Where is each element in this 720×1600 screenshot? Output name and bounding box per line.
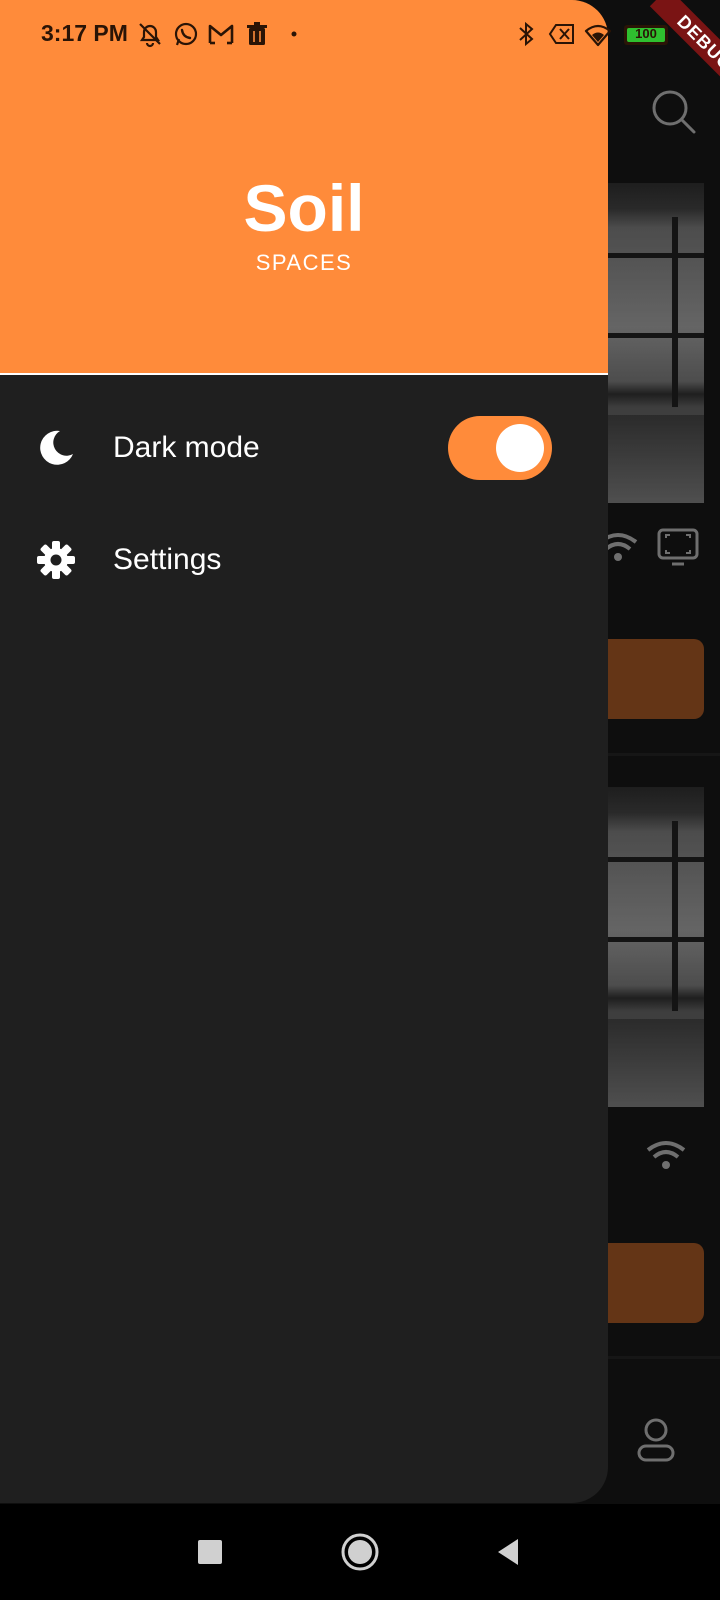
- drawer-item-label: Dark mode: [113, 431, 260, 464]
- drawer-item-settings[interactable]: Settings: [0, 510, 608, 610]
- no-sim-icon: [548, 24, 574, 44]
- back-triangle-icon[interactable]: [488, 1530, 532, 1574]
- toggle-knob: [496, 424, 544, 472]
- gear-icon: [37, 541, 75, 579]
- whatsapp-icon: [174, 22, 198, 46]
- system-nav-bar: [0, 1504, 720, 1600]
- status-bar: 3:17 PM 100: [0, 0, 720, 70]
- dot-icon: [291, 31, 297, 37]
- app-subtitle: SPACES: [255, 250, 353, 275]
- app-title: Soil: [243, 171, 365, 245]
- gmail-icon: [208, 24, 234, 45]
- bell-off-icon: [139, 23, 161, 48]
- status-time: 3:17 PM: [41, 20, 128, 46]
- battery-percent: 100: [635, 26, 657, 41]
- dark-mode-toggle[interactable]: [448, 416, 552, 480]
- bluetooth-icon: [519, 21, 534, 47]
- recents-square-icon[interactable]: [188, 1530, 232, 1574]
- trash-icon: [247, 22, 267, 45]
- battery-icon: 100: [624, 25, 668, 45]
- home-circle-icon[interactable]: [338, 1530, 382, 1574]
- drawer-item-label: Settings: [113, 543, 222, 576]
- wifi-icon: [584, 24, 612, 47]
- navigation-drawer: Soil SPACES Dark mode Settings: [0, 0, 608, 1503]
- drawer-item-dark-mode[interactable]: Dark mode: [0, 398, 608, 498]
- moon-icon: [40, 430, 73, 465]
